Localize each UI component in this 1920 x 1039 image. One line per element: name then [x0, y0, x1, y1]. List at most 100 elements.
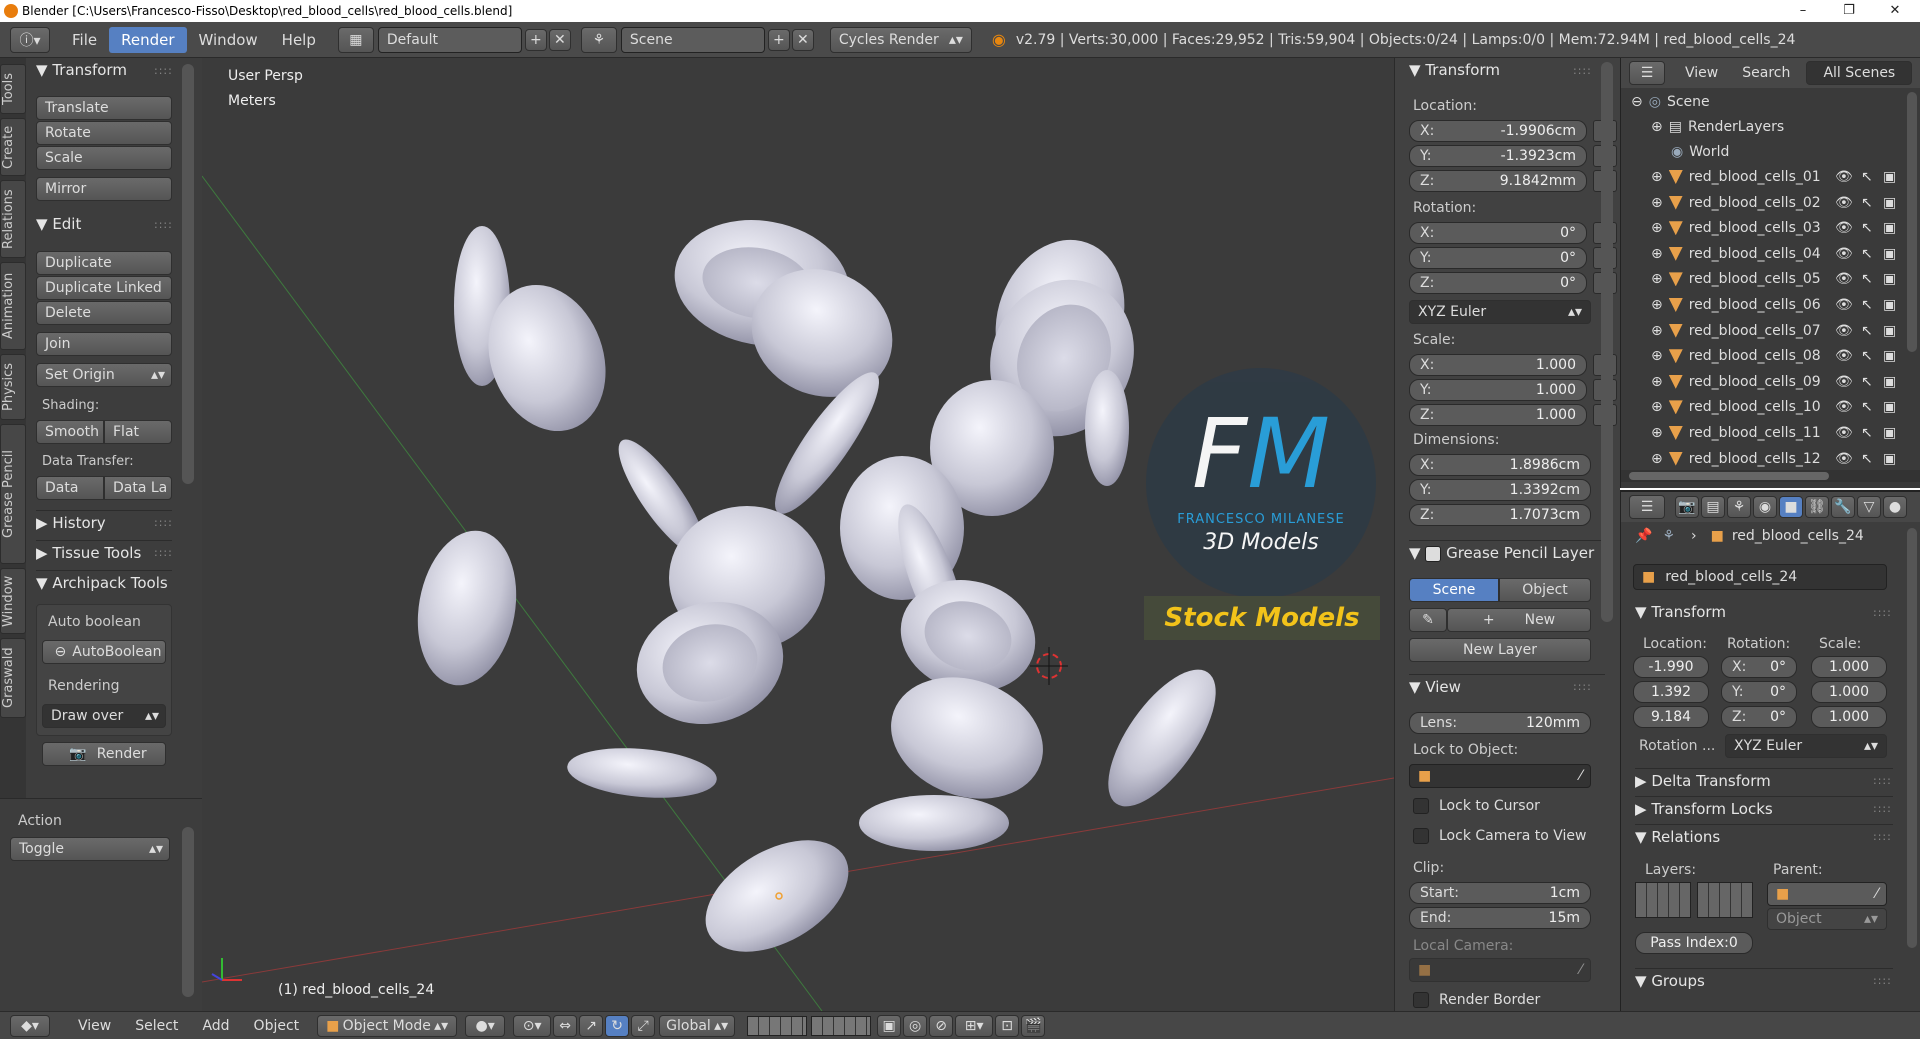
obj-scale-z-field[interactable]: 1.000	[1811, 706, 1887, 728]
layers-grid-right[interactable]	[1697, 882, 1753, 918]
obj-rotation-z-field[interactable]: Z: 0°	[1721, 706, 1797, 728]
layout-name-field[interactable]: Default	[377, 26, 522, 53]
duplicate-button[interactable]: Duplicate	[36, 251, 172, 275]
renderable-camera-icon[interactable]: ▣	[1883, 297, 1896, 313]
outliner-object-row[interactable]: ⊕ red_blood_cells_06 👁 ↖ ▣	[1651, 293, 1920, 317]
tab-grease-pencil[interactable]: Grease Pencil	[0, 424, 26, 564]
scale-x-field[interactable]: X: 1.000	[1409, 354, 1587, 376]
expand-icon[interactable]: ⊕	[1651, 220, 1663, 236]
translate-manipulator-icon[interactable]: ↗	[579, 1014, 604, 1037]
lock-object-field[interactable]: ■ ⁄	[1409, 764, 1591, 788]
gp-object-toggle[interactable]: Object	[1499, 578, 1591, 602]
selectable-cursor-icon[interactable]: ↖	[1861, 348, 1873, 364]
selectable-cursor-icon[interactable]: ↖	[1861, 323, 1873, 339]
scene-remove-icon[interactable]: ✕	[791, 28, 814, 51]
rotate-manipulator-icon[interactable]: ↻	[605, 1014, 630, 1037]
object-menu[interactable]: Object	[242, 1013, 312, 1039]
outliner-object-row[interactable]: ⊕ red_blood_cells_09 👁 ↖ ▣	[1651, 370, 1920, 394]
opengl-render-icon[interactable]: ⊡	[995, 1014, 1020, 1037]
archipack-panel-header[interactable]: ▼ Archipack Tools	[36, 570, 172, 594]
outliner-object-row[interactable]: ⊕ red_blood_cells_12 👁 ↖ ▣	[1651, 447, 1920, 471]
data-tab-icon[interactable]: ▽	[1857, 496, 1881, 518]
object-tab-icon[interactable]: ■	[1779, 496, 1803, 518]
outliner-scrollbar[interactable]	[1907, 92, 1917, 352]
scene-layers-grid-right[interactable]	[811, 1015, 872, 1036]
outliner-object-row[interactable]: ⊕ red_blood_cells_01 👁 ↖ ▣	[1651, 165, 1920, 189]
local-camera-field[interactable]: ■ ⁄	[1409, 958, 1591, 982]
render-border-row[interactable]: Render Border	[1413, 992, 1540, 1008]
outliner-object-row[interactable]: ⊕ red_blood_cells_03 👁 ↖ ▣	[1651, 216, 1920, 240]
outliner-view-menu[interactable]: View	[1685, 65, 1718, 81]
obj-location-y-field[interactable]: 1.392	[1633, 681, 1709, 703]
drag-handle-icon[interactable]: ::::	[154, 546, 173, 559]
tab-tools[interactable]: Tools	[0, 64, 26, 114]
world-tab-icon[interactable]: ◉	[1753, 496, 1777, 518]
tab-physics[interactable]: Physics	[0, 354, 26, 420]
expand-icon[interactable]: ⊕	[1651, 374, 1663, 390]
rotate-button[interactable]: Rotate	[36, 121, 172, 145]
lock-camera-row[interactable]: Lock Camera to View	[1413, 828, 1587, 844]
expand-icon[interactable]: ⊕	[1651, 195, 1663, 211]
gp-new-layer-button[interactable]: New Layer	[1409, 638, 1591, 662]
render-engine-select[interactable]: Cycles Render ▴▾	[829, 26, 972, 53]
visibility-eye-icon[interactable]: 👁	[1835, 451, 1853, 467]
rotation-y-field[interactable]: Y: 0°	[1409, 247, 1587, 269]
outliner-world-row[interactable]: ◉ World	[1671, 140, 1920, 164]
layout-add-icon[interactable]: +	[524, 28, 547, 51]
outliner-object-row[interactable]: ⊕ red_blood_cells_11 👁 ↖ ▣	[1651, 421, 1920, 445]
drag-handle-icon[interactable]: ::::	[1873, 974, 1892, 987]
proportional-edit-icon[interactable]: ◎	[903, 1014, 928, 1037]
scene-layers-grid-left[interactable]	[747, 1015, 808, 1036]
obj-rotation-y-field[interactable]: Y: 0°	[1721, 681, 1797, 703]
properties-scrollbar[interactable]	[1907, 528, 1917, 948]
relations-header[interactable]: ▼ Relations	[1635, 824, 1893, 848]
selectable-cursor-icon[interactable]: ↖	[1861, 246, 1873, 262]
lock-cursor-checkbox[interactable]	[1413, 798, 1429, 814]
layers-grid-left[interactable]	[1635, 882, 1691, 918]
drag-handle-icon[interactable]: ::::	[154, 218, 173, 231]
delete-button[interactable]: Delete	[36, 301, 172, 325]
expand-icon[interactable]: ⊕	[1651, 169, 1663, 185]
expand-icon[interactable]: ⊕	[1651, 323, 1663, 339]
renderable-camera-icon[interactable]: ▣	[1883, 399, 1896, 415]
renderable-camera-icon[interactable]: ▣	[1883, 451, 1896, 467]
dimension-y-field[interactable]: Y: 1.3392cm	[1409, 479, 1591, 501]
join-button[interactable]: Join	[36, 332, 172, 356]
renderable-camera-icon[interactable]: ▣	[1883, 323, 1896, 339]
select-menu[interactable]: Select	[123, 1013, 190, 1039]
drag-handle-icon[interactable]: ::::	[1573, 680, 1592, 693]
editor-type-3d-icon[interactable]: ◆▾	[10, 1014, 50, 1037]
visibility-eye-icon[interactable]: 👁	[1835, 169, 1853, 185]
lock-camera-checkbox[interactable]	[1413, 828, 1429, 844]
autoboolean-button[interactable]: ⊖ AutoBoolean	[42, 640, 166, 664]
outliner-object-row[interactable]: ⊕ red_blood_cells_02 👁 ↖ ▣	[1651, 191, 1920, 215]
3d-viewport[interactable]: User Persp Meters (1) red_blood_cells_24…	[202, 58, 1394, 1011]
location-z-field[interactable]: Z: 9.1842mm	[1409, 170, 1587, 192]
scale-z-field[interactable]: Z: 1.000	[1409, 404, 1587, 426]
obj-location-x-field[interactable]: -1.990	[1633, 656, 1709, 678]
snap-toggle-icon[interactable]: ⊘	[929, 1014, 954, 1037]
opengl-anim-icon[interactable]: 🎬	[1021, 1014, 1046, 1037]
outliner-scene-row[interactable]: ⊖ ◎ Scene	[1631, 90, 1911, 114]
renderable-camera-icon[interactable]: ▣	[1883, 271, 1896, 287]
menu-render[interactable]: Render	[109, 26, 187, 53]
visibility-eye-icon[interactable]: 👁	[1835, 323, 1853, 339]
menu-window[interactable]: Window	[187, 27, 270, 53]
groups-header[interactable]: ▼ Groups	[1635, 968, 1893, 992]
selectable-cursor-icon[interactable]: ↖	[1861, 451, 1873, 467]
obj-rotation-x-field[interactable]: X: 0°	[1721, 656, 1797, 678]
visibility-eye-icon[interactable]: 👁	[1835, 220, 1853, 236]
viewport-shading-icon[interactable]: ●▾	[465, 1014, 506, 1037]
tab-graswald[interactable]: Graswald	[0, 638, 26, 718]
outliner-renderlayers-row[interactable]: ⊕ ▤ RenderLayers	[1651, 115, 1920, 139]
outliner-object-row[interactable]: ⊕ red_blood_cells_04 👁 ↖ ▣	[1651, 242, 1920, 266]
expand-icon[interactable]: ⊕	[1651, 297, 1663, 313]
transform-locks-header[interactable]: ▶ Transform Locks	[1635, 796, 1893, 820]
scene-add-icon[interactable]: +	[767, 28, 790, 51]
selectable-cursor-icon[interactable]: ↖	[1861, 374, 1873, 390]
drag-handle-icon[interactable]: ::::	[154, 516, 173, 529]
add-menu[interactable]: Add	[190, 1013, 241, 1039]
transform-panel-header[interactable]: ▼ Transform	[36, 58, 127, 82]
parent-type-select[interactable]: Object ▴▾	[1767, 908, 1887, 930]
drag-handle-icon[interactable]: ::::	[1873, 774, 1892, 787]
